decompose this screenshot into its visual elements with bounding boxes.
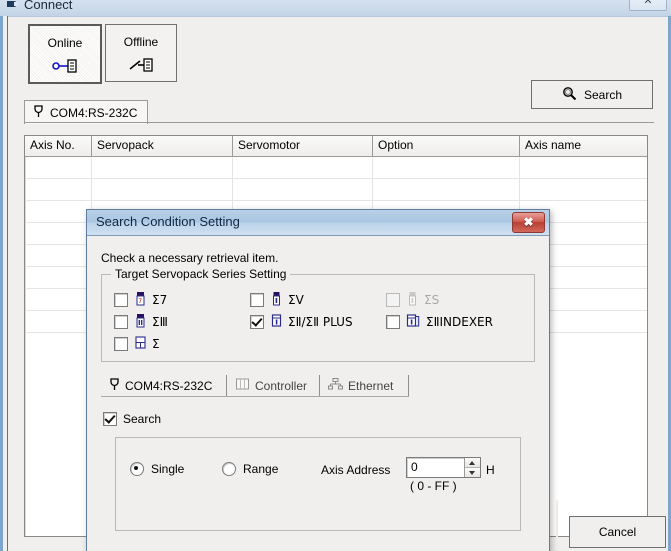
grid-col-axis-no[interactable]: Axis No. — [25, 136, 92, 156]
sigma3-device-icon — [134, 313, 146, 331]
axis-address-range-hint: ( 0 - FF ) — [410, 479, 457, 493]
table-row[interactable] — [25, 157, 647, 179]
checkbox-sigma7[interactable] — [114, 293, 128, 307]
grid-col-option[interactable]: Option — [373, 136, 520, 156]
window-titlebar: Connect ✕ — [0, 0, 671, 17]
axis-address-input[interactable]: 0 — [407, 458, 464, 477]
axis-address-spin-down[interactable] — [465, 468, 480, 477]
dialog-right-gap — [556, 500, 558, 551]
grid-col-servopack[interactable]: Servopack — [92, 136, 233, 156]
radio-row-range[interactable]: Range — [222, 462, 278, 476]
dialog-hint-text: Check a necessary retrieval item. — [101, 251, 279, 265]
online-plug-icon — [30, 58, 100, 77]
checkbox-label-sigma: Σ — [152, 337, 160, 351]
checkbox-search[interactable] — [103, 412, 117, 426]
radio-range-label: Range — [243, 462, 279, 476]
checkbox-sigma[interactable] — [114, 337, 128, 351]
checkbox-label-sigmav: ΣV — [288, 293, 304, 307]
target-series-group-caption: Target Servopack Series Setting — [111, 267, 291, 281]
online-mode-button[interactable]: Online — [28, 24, 102, 84]
dialog-tab-ethernet-label: Ethernet — [348, 378, 394, 393]
checkbox-row-sigmas: ΣS — [386, 291, 439, 309]
radio-single[interactable] — [130, 462, 144, 476]
grid-header-row: Axis No. Servopack Servomotor Option Axi… — [25, 136, 647, 157]
dialog-tab-ethernet[interactable]: Ethernet — [320, 375, 409, 396]
search-enable-row[interactable]: Search — [103, 412, 161, 426]
checkbox-search-label: Search — [123, 412, 162, 426]
search-button[interactable]: Search — [531, 80, 653, 109]
window-left-inner-border — [3, 16, 8, 551]
grid-col-servomotor[interactable]: Servomotor — [233, 136, 373, 156]
checkbox-row-sigma2[interactable]: ΣⅡ/ΣⅡ PLUS — [250, 313, 353, 331]
sigma2-device-icon — [270, 313, 282, 331]
checkbox-sigma3[interactable] — [114, 315, 128, 329]
checkbox-label-sigma7: Σ7 — [152, 293, 168, 307]
dialog-titlebar: Search Condition Setting ✖ — [87, 210, 549, 236]
window-close-button[interactable]: ✕ — [629, 0, 667, 11]
search-button-label: Search — [583, 87, 623, 102]
axis-address-spin-up[interactable] — [465, 458, 480, 468]
main-tab-label: COM4:RS-232C — [50, 105, 138, 120]
checkbox-sigmav[interactable] — [250, 293, 264, 307]
main-tab-underline — [24, 122, 654, 123]
offline-mode-button[interactable]: Offline — [105, 24, 177, 82]
app-root: Connect ✕ Online Offline Search COM4:RS-… — [0, 0, 671, 551]
checkbox-label-sigma2: ΣⅡ/ΣⅡ PLUS — [288, 315, 353, 329]
sigma-device-icon — [134, 335, 146, 353]
axis-address-label: Axis Address — [321, 463, 391, 477]
svg-text:7: 7 — [138, 298, 142, 305]
dialog-close-icon[interactable]: ✖ — [512, 212, 545, 233]
checkbox-sigmas — [386, 293, 400, 307]
offline-mode-label: Offline — [123, 35, 159, 49]
sigma2indexer-device-icon — [406, 313, 420, 331]
checkbox-label-sigma3: ΣⅢ — [152, 315, 168, 329]
checkbox-label-sigmas: ΣS — [424, 293, 440, 307]
checkbox-sigma2[interactable] — [250, 315, 264, 329]
ethernet-icon — [328, 377, 343, 394]
radio-row-single[interactable]: Single — [130, 462, 184, 476]
cancel-button[interactable]: Cancel — [569, 516, 666, 548]
checkbox-label-sigma2indexer: ΣⅡINDEXER — [426, 315, 493, 329]
dialog-tab-com4[interactable]: COM4:RS-232C — [101, 375, 227, 396]
offline-plug-icon — [106, 57, 176, 76]
radio-range[interactable] — [222, 462, 236, 476]
window-title: Connect — [24, 0, 73, 12]
grid-col-axis-name[interactable]: Axis name — [520, 136, 646, 156]
sigmaS-device-icon — [406, 291, 418, 309]
controller-icon — [235, 377, 250, 394]
axis-address-spin-buttons[interactable] — [464, 458, 480, 477]
radio-single-label: Single — [151, 462, 185, 476]
axis-address-unit: H — [486, 463, 495, 477]
checkbox-row-sigma2indexer[interactable]: ΣⅡINDEXER — [386, 313, 493, 331]
magnifier-icon — [562, 86, 577, 104]
checkbox-row-sigma7[interactable]: 7 Σ7 — [114, 291, 167, 309]
checkbox-row-sigma[interactable]: Σ — [114, 335, 160, 353]
dialog-tab-com4-label: COM4:RS-232C — [125, 378, 213, 393]
dialog-tabs-underline — [101, 396, 409, 397]
serial-port-icon — [109, 377, 120, 395]
axis-range-panel: Single Range Axis Address 0 H ( 0 - FF ) — [115, 437, 521, 531]
axis-address-stepper[interactable]: 0 — [406, 457, 481, 478]
dialog-title: Search Condition Setting — [96, 214, 240, 229]
checkbox-row-sigma3[interactable]: ΣⅢ — [114, 313, 168, 331]
checkbox-row-sigmav[interactable]: ΣV — [250, 291, 304, 309]
sigmaV-device-icon — [270, 291, 282, 309]
connect-icon — [5, 0, 20, 11]
dialog-tab-controller-label: Controller — [255, 378, 308, 393]
online-mode-label: Online — [47, 36, 83, 50]
main-tab-com4[interactable]: COM4:RS-232C — [24, 100, 149, 124]
serial-port-icon — [33, 104, 44, 122]
checkbox-sigma2indexer[interactable] — [386, 315, 400, 329]
sigma7-device-icon: 7 — [134, 291, 146, 309]
table-row[interactable] — [25, 179, 647, 201]
target-series-group: Target Servopack Series Setting 7 Σ7 ΣⅢ … — [101, 267, 535, 362]
search-condition-dialog: Search Condition Setting ✖ Check a neces… — [86, 209, 550, 551]
dialog-tab-controller[interactable]: Controller — [227, 375, 320, 396]
